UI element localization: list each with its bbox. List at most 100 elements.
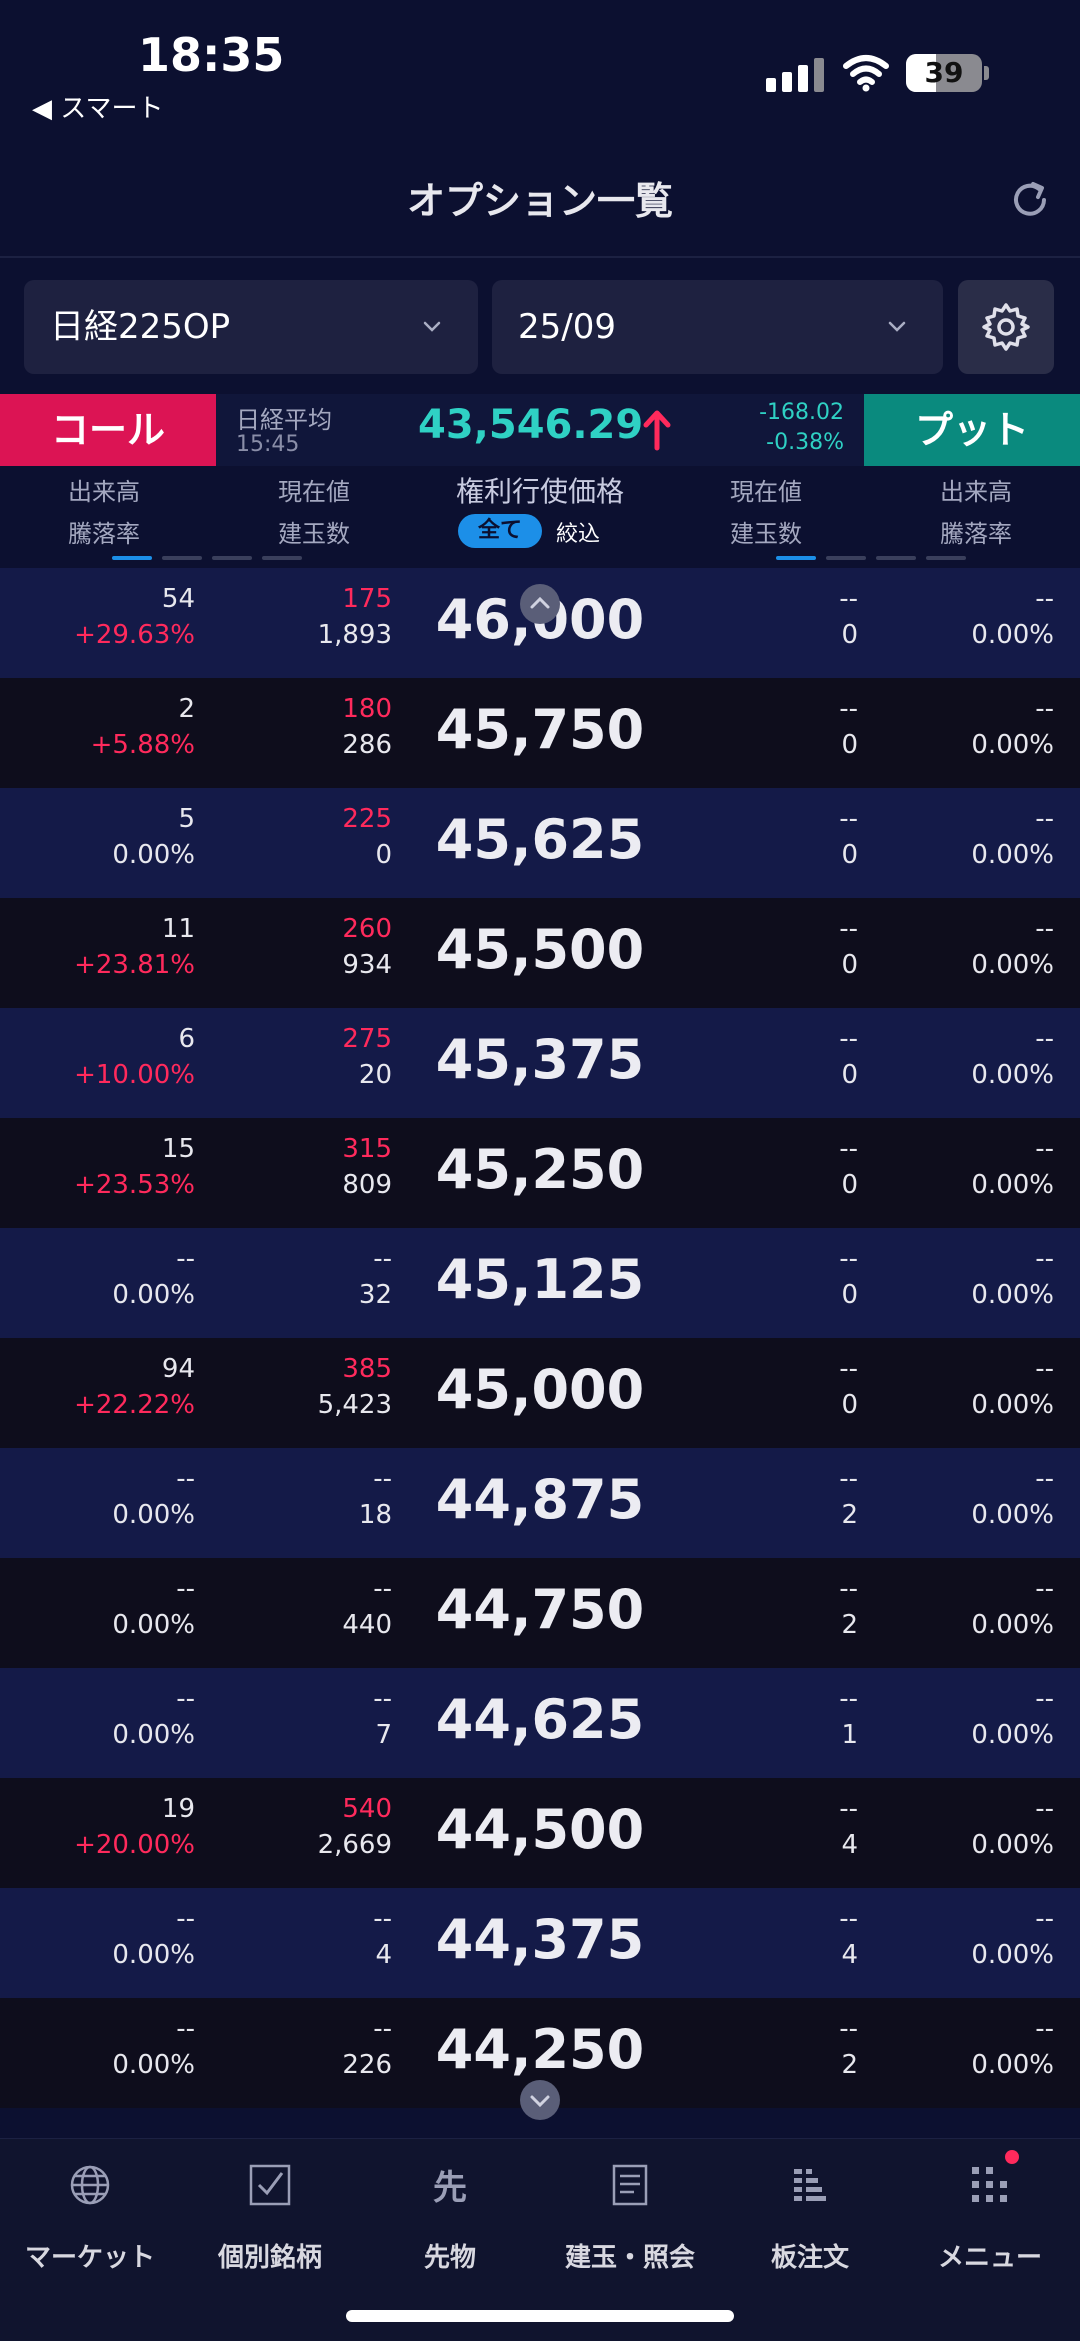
futures-icon: 先 [433,2168,467,2207]
put-volume: -- [1035,2014,1054,2044]
put-price: -- [839,2014,858,2044]
put-change-rate: 0.00% [971,1170,1054,1200]
put-change-rate: 0.00% [971,1720,1054,1750]
put-volume: -- [1035,584,1054,614]
put-open-interest: 0 [841,950,858,980]
put-price: -- [839,584,858,614]
nav-menu-label: メニュー [937,2243,1042,2273]
put-price: -- [839,1244,858,1274]
nav-futures-label: 先物 [423,2243,476,2273]
filter-narrow-button[interactable]: 絞込 [556,516,600,548]
put-tab[interactable]: プット [864,394,1080,466]
table-row[interactable]: 15 +23.53% 315 809 45,250 -- 0 -- 0.00% [0,1118,1080,1228]
nav-stocks[interactable]: 個別銘柄 [180,2149,360,2279]
product-select[interactable]: 日経225OP [24,280,478,374]
nav-market[interactable]: マーケット [0,2149,180,2279]
put-change-rate: 0.00% [971,1610,1054,1640]
put-open-interest: 0 [841,1280,858,1310]
home-indicator[interactable] [346,2310,734,2322]
nav-board-order-label: 板注文 [770,2243,849,2273]
put-change-rate: 0.00% [971,620,1054,650]
put-change-rate: 0.00% [971,1830,1054,1860]
table-row[interactable]: 2 +5.88% 180 286 45,750 -- 0 -- 0.00% [0,678,1080,788]
notification-badge [1005,2150,1019,2164]
put-change-rate: 0.00% [971,1280,1054,1310]
put-open-interest: 2 [841,1500,858,1530]
put-volume: -- [1035,1794,1054,1824]
put-open-interest: 0 [841,730,858,760]
put-price: -- [839,1574,858,1604]
nav-stocks-label: 個別銘柄 [217,2243,322,2273]
status-bar: 18:35 ◀ スマート 39 [0,0,1080,130]
table-row[interactable]: -- 0.00% -- 18 44,875 -- 2 -- 0.00% [0,1448,1080,1558]
put-change-rate: 0.00% [971,950,1054,980]
scroll-up-button[interactable] [520,584,560,624]
header-call-open-interest: 建玉数 [278,520,350,548]
put-open-interest: 0 [841,1060,858,1090]
put-price: -- [839,1024,858,1054]
strike-price: 45,625 [435,808,645,871]
call-volume: -- [176,1684,195,1714]
filter-all-button[interactable]: 全て [458,514,542,548]
table-row[interactable]: -- 0.00% -- 440 44,750 -- 2 -- 0.00% [0,1558,1080,1668]
call-change-rate: +22.22% [74,1390,195,1420]
svg-text:先: 先 [433,2168,467,2207]
call-tab[interactable]: コール [0,394,216,466]
refresh-icon[interactable] [1008,178,1052,222]
table-row[interactable]: 6 +10.00% 275 20 45,375 -- 0 -- 0.00% [0,1008,1080,1118]
chevron-up-icon [530,596,550,609]
call-change-rate: +5.88% [90,730,195,760]
battery-level: 39 [924,56,964,89]
table-row[interactable]: 11 +23.81% 260 934 45,500 -- 0 -- 0.00% [0,898,1080,1008]
strike-price: 44,625 [435,1688,645,1751]
call-change-rate: +23.81% [74,950,195,980]
table-row[interactable]: -- 0.00% -- 4 44,375 -- 4 -- 0.00% [0,1888,1080,1998]
nav-futures[interactable]: 先 先物 [360,2149,540,2279]
put-open-interest: 0 [841,840,858,870]
nav-board-order[interactable]: 板注文 [720,2149,900,2279]
call-change-rate: 0.00% [112,840,195,870]
put-change-rate: 0.00% [971,2050,1054,2080]
settings-button[interactable] [958,280,1054,374]
strike-price: 45,375 [435,1028,645,1091]
table-row[interactable]: 19 +20.00% 540 2,669 44,500 -- 4 -- 0.00% [0,1778,1080,1888]
chevron-down-icon [530,2095,550,2108]
call-change-rate: 0.00% [112,1280,195,1310]
put-column-pager[interactable] [776,556,976,560]
back-to-app-link[interactable]: ◀ スマート [32,88,163,125]
nav-positions[interactable]: 建玉・照会 [540,2149,720,2279]
status-time: 18:35 [138,28,285,82]
table-row[interactable]: -- 0.00% -- 32 45,125 -- 0 -- 0.00% [0,1228,1080,1338]
month-select[interactable]: 25/09 [492,280,943,374]
put-volume: -- [1035,1574,1054,1604]
put-open-interest: 1 [841,1720,858,1750]
strike-price: 45,000 [435,1358,645,1421]
call-volume: 19 [161,1794,195,1824]
nav-menu[interactable]: メニュー [900,2149,1080,2279]
strike-price: 44,250 [435,2018,645,2081]
call-volume: 94 [161,1354,195,1384]
header-call-volume: 出来高 [68,478,140,506]
call-column-pager[interactable] [112,556,312,560]
header-put-price: 現在値 [730,478,802,506]
call-change-rate: 0.00% [112,1500,195,1530]
call-volume: 15 [161,1134,195,1164]
table-row[interactable]: -- 0.00% -- 7 44,625 -- 1 -- 0.00% [0,1668,1080,1778]
put-price: -- [839,694,858,724]
chevron-down-icon [423,321,441,332]
scroll-down-button[interactable] [520,2080,560,2120]
table-row[interactable]: 94 +22.22% 385 5,423 45,000 -- 0 -- 0.00% [0,1338,1080,1448]
call-volume: -- [176,1464,195,1494]
put-change-rate: 0.00% [971,1060,1054,1090]
header-put-open-interest: 建玉数 [730,520,802,548]
index-label: 日経平均 [236,406,332,434]
header-put-change-rate: 騰落率 [940,520,1012,548]
strike-price: 45,500 [435,918,645,981]
put-price: -- [839,1354,858,1384]
chevron-down-icon [888,321,906,332]
put-price: -- [839,1134,858,1164]
globe-icon [70,2165,110,2205]
document-icon [612,2164,648,2206]
put-open-interest: 4 [841,1940,858,1970]
table-row[interactable]: 5 0.00% 225 0 45,625 -- 0 -- 0.00% [0,788,1080,898]
